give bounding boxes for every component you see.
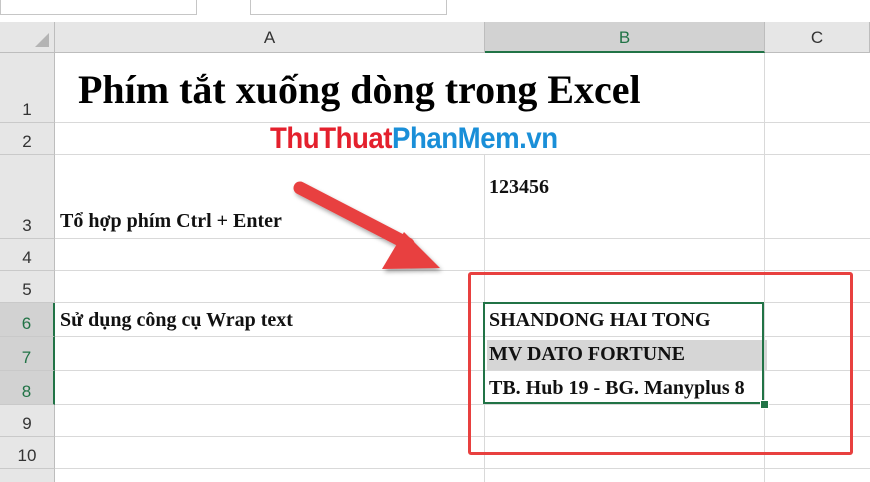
annotation-box [468, 272, 853, 455]
